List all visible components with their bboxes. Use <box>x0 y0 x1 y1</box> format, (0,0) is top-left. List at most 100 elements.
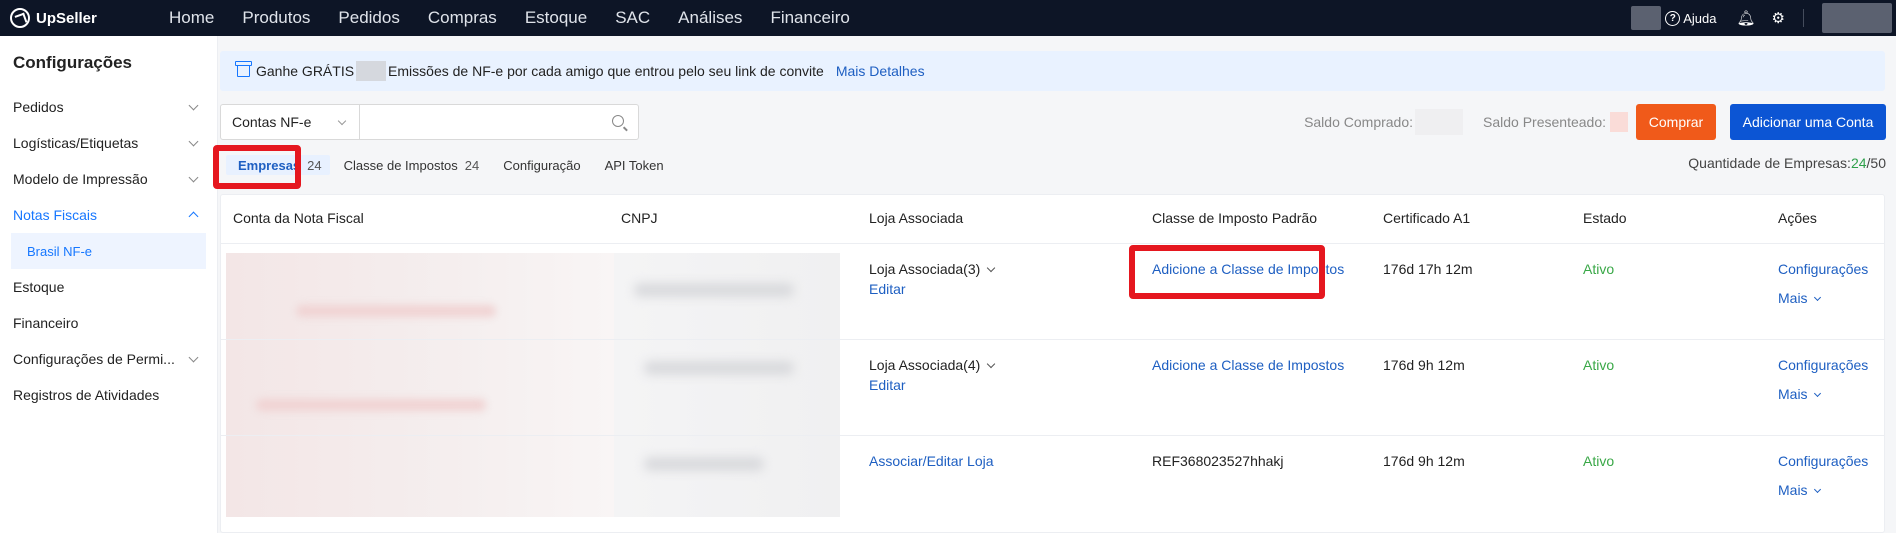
header-cnpj: CNPJ <box>621 210 658 226</box>
comprar-button[interactable]: Comprar <box>1636 104 1716 140</box>
more-label: Mais <box>1778 386 1808 402</box>
main-nav: Home Produtos Pedidos Compras Estoque SA… <box>120 8 878 28</box>
certificado-value: 176d 9h 12m <box>1383 453 1465 469</box>
bell-icon[interactable]: 🔔︎ <box>1737 9 1756 27</box>
quantity-total: /50 <box>1866 155 1886 171</box>
more-label: Mais <box>1778 482 1808 498</box>
top-navigation-bar: UpSeller Home Produtos Pedidos Compras E… <box>0 0 1896 36</box>
editar-link[interactable]: Editar <box>869 377 906 393</box>
nav-compras[interactable]: Compras <box>404 8 497 28</box>
status-badge: Ativo <box>1583 357 1615 373</box>
tab-classe-impostos[interactable]: Classe de Impostos 24 <box>344 158 480 173</box>
sidebar-item-label: Pedidos <box>13 99 64 115</box>
quantity-label: Quantidade de Empresas: <box>1688 155 1851 171</box>
more-actions[interactable]: Mais <box>1778 482 1821 498</box>
sidebar-item-estoque[interactable]: Estoque <box>0 269 217 305</box>
configuracoes-link[interactable]: Configurações <box>1778 357 1868 373</box>
tax-class-value: REF368023527hhakj <box>1152 453 1284 469</box>
sidebar-subitem-brasil-nfe[interactable]: Brasil NF-e <box>11 233 206 269</box>
more-actions[interactable]: Mais <box>1778 386 1821 402</box>
chevron-down-icon <box>188 172 199 183</box>
sidebar-item-label: Financeiro <box>13 315 79 331</box>
nav-sac[interactable]: SAC <box>591 8 650 28</box>
banner-text-after: Emissões de NF-e por cada amigo que entr… <box>388 63 824 79</box>
tab-count: 24 <box>464 157 480 173</box>
nav-estoque[interactable]: Estoque <box>501 8 587 28</box>
referral-banner: Ganhe GRÁTIS Emissões de NF-e por cada a… <box>220 51 1885 91</box>
header-conta: Conta da Nota Fiscal <box>233 210 364 226</box>
table-row: Loja Associada(4) Editar Adicione a Clas… <box>221 340 1884 436</box>
tab-label: API Token <box>604 157 664 173</box>
search-icon[interactable] <box>612 115 624 127</box>
sidebar-title: Configurações <box>13 53 133 72</box>
companies-quantity: Quantidade de Empresas:24/50 <box>1688 155 1886 171</box>
chevron-down-icon <box>1813 485 1821 494</box>
help-link[interactable]: ? Ajuda <box>1665 10 1717 26</box>
tab-count: 24 <box>307 157 322 173</box>
certificado-value: 176d 9h 12m <box>1383 357 1465 373</box>
divider <box>1803 9 1804 27</box>
chevron-down-icon <box>188 136 199 147</box>
help-icon: ? <box>1665 10 1681 26</box>
quantity-used: 24 <box>1850 155 1867 171</box>
tab-label: Configuração <box>503 157 581 173</box>
configuracoes-link[interactable]: Configurações <box>1778 261 1868 277</box>
associar-loja-link[interactable]: Associar/Editar Loja <box>869 453 994 469</box>
chevron-down-icon <box>337 116 347 126</box>
store-avatar[interactable] <box>1631 6 1662 30</box>
sidebar-item-notas-fiscais[interactable]: Notas Fiscais <box>0 197 217 233</box>
chevron-down-icon <box>1813 389 1821 398</box>
editar-link[interactable]: Editar <box>869 281 906 297</box>
add-account-button[interactable]: Adicionar uma Conta <box>1730 104 1886 140</box>
certificado-value: 176d 17h 12m <box>1383 261 1473 277</box>
sidebar-item-label: Notas Fiscais <box>13 207 98 223</box>
table-row: Associar/Editar Loja REF368023527hhakj 1… <box>221 436 1884 532</box>
nav-home[interactable]: Home <box>145 8 214 28</box>
sidebar-item-logisticas[interactable]: Logísticas/Etiquetas <box>0 125 217 161</box>
tab-configuracao[interactable]: Configuração <box>503 158 580 173</box>
more-label: Mais <box>1778 290 1808 306</box>
sidebar-item-registros[interactable]: Registros de Atividades <box>0 377 217 413</box>
banner-details-link[interactable]: Mais Detalhes <box>836 63 925 79</box>
companies-table: Conta da Nota Fiscal CNPJ Loja Associada… <box>220 194 1885 533</box>
account-type-select[interactable]: Contas NF-e <box>220 104 360 140</box>
header-classe: Classe de Imposto Padrão <box>1152 210 1317 226</box>
add-tax-class-link[interactable]: Adicione a Classe de Impostos <box>1152 357 1344 373</box>
configuracoes-link[interactable]: Configurações <box>1778 453 1868 469</box>
status-badge: Ativo <box>1583 261 1615 277</box>
loja-associada-toggle[interactable]: Loja Associada(4) <box>869 357 996 373</box>
status-badge: Ativo <box>1583 453 1615 469</box>
loja-associada-toggle[interactable]: Loja Associada(3) <box>869 261 996 277</box>
chevron-down-icon <box>1813 293 1821 302</box>
search-input[interactable] <box>360 105 590 139</box>
sidebar-item-financeiro[interactable]: Financeiro <box>0 305 217 341</box>
filter-toolbar: Contas NF-e <box>220 104 639 140</box>
sidebar-item-label: Modelo de Impressão <box>13 171 148 187</box>
more-actions[interactable]: Mais <box>1778 290 1821 306</box>
nav-pedidos[interactable]: Pedidos <box>314 8 399 28</box>
sidebar-item-label: Estoque <box>13 279 65 295</box>
nav-produtos[interactable]: Produtos <box>218 8 310 28</box>
nav-financeiro[interactable]: Financeiro <box>746 8 849 28</box>
highlight-box-tax-class <box>1129 245 1325 299</box>
tab-api-token[interactable]: API Token <box>605 158 664 173</box>
chevron-up-icon <box>188 211 199 222</box>
select-value: Contas NF-e <box>232 114 312 130</box>
sidebar-item-modelo-impressao[interactable]: Modelo de Impressão <box>0 161 217 197</box>
balance-actions: Saldo Comprado: Saldo Presenteado: Compr… <box>1304 104 1896 140</box>
highlight-box-empresas <box>213 145 301 189</box>
user-avatar[interactable] <box>1822 3 1892 33</box>
sidebar-item-permissoes[interactable]: Configurações de Permi... <box>0 341 217 377</box>
upseller-logo[interactable]: UpSeller <box>10 8 120 28</box>
chevron-down-icon <box>188 352 199 363</box>
saldo-comprado-value <box>1415 109 1464 135</box>
nav-analises[interactable]: Análises <box>654 8 742 28</box>
sidebar-item-pedidos[interactable]: Pedidos <box>0 89 217 125</box>
header-certificado: Certificado A1 <box>1383 210 1471 226</box>
loja-label: Loja Associada(3) <box>869 261 981 277</box>
gear-icon[interactable]: ⚙ <box>1772 9 1785 27</box>
help-label: Ajuda <box>1683 10 1717 26</box>
search-box <box>360 104 639 140</box>
sidebar-item-label: Logísticas/Etiquetas <box>13 135 139 151</box>
gift-icon <box>235 61 252 77</box>
